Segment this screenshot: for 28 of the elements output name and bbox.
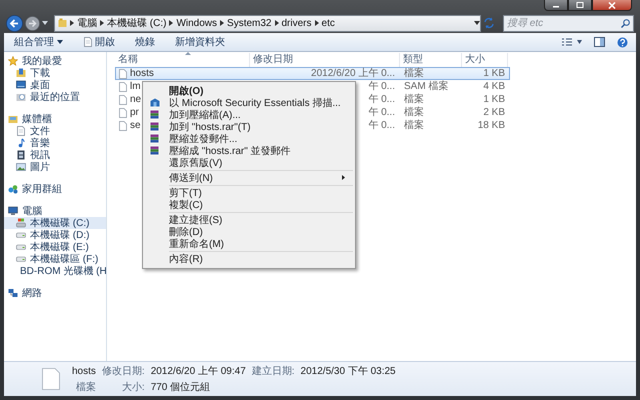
date-text: 午 0... bbox=[368, 107, 395, 118]
field-value: 2012/5/30 下午 03:25 bbox=[300, 365, 396, 378]
field-value: 2012/6/20 上午 09:47 bbox=[150, 364, 246, 378]
date-text: 2012/6/20 上午 0... bbox=[311, 68, 395, 79]
type-text: 檔案 bbox=[404, 107, 424, 118]
date-text: 午 0... bbox=[368, 120, 395, 131]
file-name: lm bbox=[130, 81, 141, 92]
type-text: SAM 檔案 bbox=[404, 81, 448, 92]
date-text: 午 0... bbox=[368, 81, 395, 92]
field-label: 修改日期: bbox=[102, 364, 145, 378]
type-text: 檔案 bbox=[404, 68, 424, 79]
date-text: 午 0... bbox=[368, 94, 395, 105]
size-text: 2 KB bbox=[483, 107, 505, 118]
file-name: pr bbox=[130, 107, 139, 118]
size-text: 1 KB bbox=[483, 68, 505, 79]
type-text: 檔案 bbox=[404, 120, 424, 131]
file-name: ne bbox=[130, 94, 142, 105]
field-value: 770 個位元組 bbox=[150, 381, 212, 394]
field-label: 大小: bbox=[120, 380, 145, 394]
file-type: 檔案 bbox=[74, 380, 96, 394]
field-label: 建立日期: bbox=[252, 364, 295, 378]
file-name: hosts bbox=[72, 366, 96, 376]
file-name: se bbox=[130, 120, 141, 131]
type-text: 檔案 bbox=[404, 94, 424, 105]
file-name: hosts bbox=[130, 68, 154, 79]
size-text: 4 KB bbox=[483, 81, 505, 92]
size-text: 18 KB bbox=[478, 120, 505, 131]
size-text: 1 KB bbox=[483, 94, 505, 105]
